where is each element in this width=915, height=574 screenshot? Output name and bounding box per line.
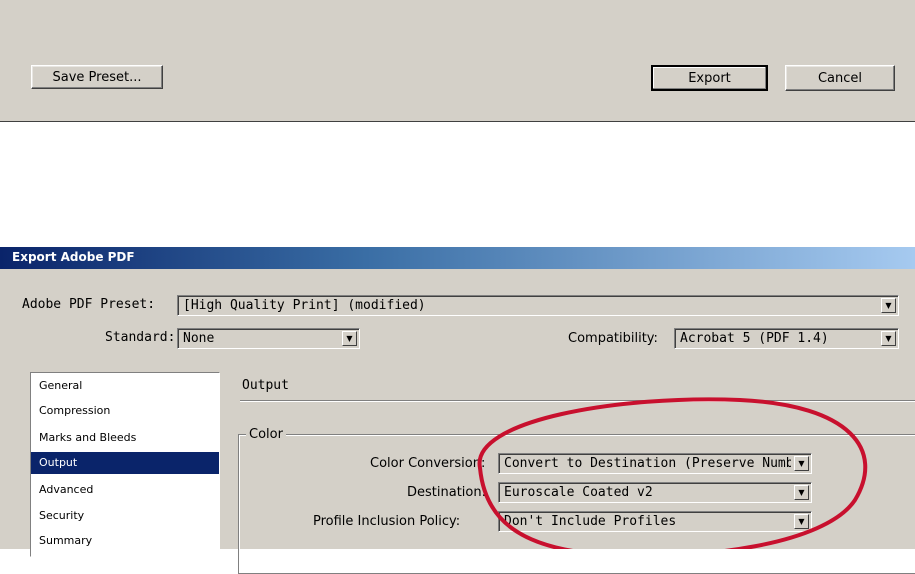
- red-ellipse-annotation: [477, 397, 868, 549]
- ellipse-stroke: [477, 397, 868, 549]
